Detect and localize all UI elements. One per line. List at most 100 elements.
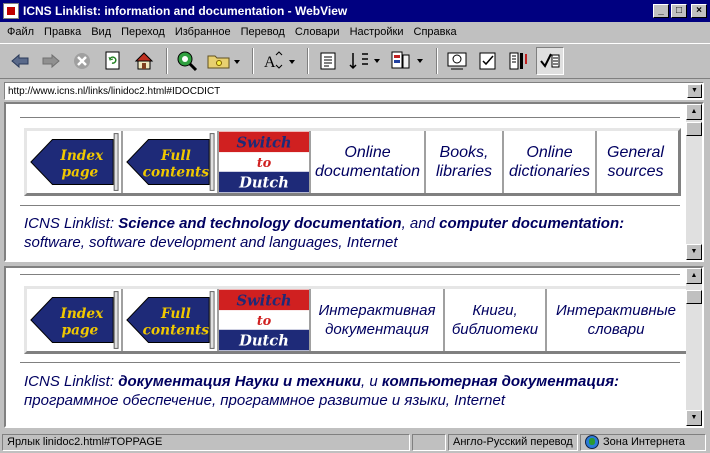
app-icon[interactable] bbox=[3, 3, 19, 19]
menu-file[interactable]: Файл bbox=[2, 26, 39, 38]
toolbar-separator bbox=[252, 48, 254, 74]
online-documentation-link[interactable]: Online documentation bbox=[311, 131, 426, 193]
dutch-label: Dutch bbox=[238, 332, 289, 349]
address-dropdown-button[interactable]: ▼ bbox=[687, 84, 702, 98]
books-libraries-link[interactable]: Книги, библиотеки bbox=[445, 289, 547, 351]
intro-bold-science: Science and technology documentation bbox=[118, 215, 402, 232]
status-link-pane: Ярлык linidoc2.html#TOPPAGE bbox=[2, 433, 410, 451]
full-label-line2: contents bbox=[143, 165, 210, 181]
status-empty-pane bbox=[412, 433, 446, 451]
scroll-thumb[interactable] bbox=[686, 290, 702, 304]
full-label-line1: Full bbox=[160, 306, 191, 322]
maximize-button[interactable]: □ bbox=[671, 4, 687, 18]
toolbar-separator bbox=[166, 48, 168, 74]
address-bar[interactable]: http://www.icns.nl/links/linidoc2.html#I… bbox=[4, 82, 704, 100]
toolbar-separator bbox=[307, 48, 309, 74]
svg-text:A: A bbox=[264, 54, 276, 71]
switch-to-dutch-button[interactable]: Switch to Dutch bbox=[219, 131, 311, 193]
link-label: General sources bbox=[607, 144, 664, 180]
home-icon[interactable] bbox=[130, 47, 158, 75]
frame-content: Index page Full contents Switch to Dutch… bbox=[6, 268, 686, 426]
stop-icon[interactable] bbox=[68, 47, 96, 75]
index-label-line2: page bbox=[62, 165, 99, 181]
book-icon[interactable] bbox=[505, 47, 533, 75]
english-frame: Index page Full contents Switch to Dutch… bbox=[4, 102, 704, 262]
scroll-thumb[interactable] bbox=[686, 122, 702, 136]
menu-view[interactable]: Вид bbox=[86, 26, 116, 38]
check-translate-icon[interactable] bbox=[536, 47, 564, 75]
frame-content: Index page Full contents Switch to Dutch… bbox=[6, 104, 686, 260]
full-label-line2: contents bbox=[143, 323, 210, 339]
intro-line2: software, software development and langu… bbox=[24, 234, 398, 251]
intro-prefix: ICNS Linklist: bbox=[24, 215, 119, 232]
general-sources-link[interactable]: General sources bbox=[597, 131, 674, 193]
intro-bold-computer: компьютерная документация: bbox=[381, 373, 620, 390]
back-icon[interactable] bbox=[6, 47, 34, 75]
index-label-line2: page bbox=[62, 323, 99, 339]
edit-icon[interactable] bbox=[474, 47, 502, 75]
preview-icon[interactable] bbox=[443, 47, 471, 75]
divider bbox=[20, 362, 680, 364]
online-dictionaries-link[interactable]: Online dictionaries bbox=[504, 131, 597, 193]
link-label: Интерактивная документация bbox=[318, 302, 436, 338]
full-label-line1: Full bbox=[160, 148, 191, 164]
scroll-up-button[interactable]: ▲ bbox=[686, 268, 702, 284]
nav-table: Index page Full contents Switch to Dutch… bbox=[24, 286, 686, 354]
url-text[interactable]: http://www.icns.nl/links/linidoc2.html#I… bbox=[5, 86, 687, 97]
books-libraries-link[interactable]: Books, libraries bbox=[426, 131, 504, 193]
menu-help[interactable]: Справка bbox=[409, 26, 462, 38]
intro-bold-computer: computer documentation: bbox=[439, 215, 625, 232]
index-page-button[interactable]: Index page bbox=[27, 131, 123, 193]
divider bbox=[20, 274, 680, 276]
menu-go[interactable]: Переход bbox=[116, 26, 170, 38]
close-button[interactable]: × bbox=[691, 4, 707, 18]
page-icon[interactable] bbox=[314, 47, 342, 75]
link-label: Книги, библиотеки bbox=[451, 302, 539, 338]
switch-label: Switch bbox=[236, 134, 291, 151]
menu-settings[interactable]: Настройки bbox=[345, 26, 409, 38]
toolbar-separator bbox=[436, 48, 438, 74]
translate-icon[interactable] bbox=[388, 47, 428, 75]
search-icon[interactable] bbox=[173, 47, 201, 75]
nav-table: Index page Full contents Switch to Dutch… bbox=[24, 128, 681, 196]
status-translation-pane: Англо-Русский перевод bbox=[448, 433, 578, 451]
link-label: Books, libraries bbox=[435, 144, 492, 180]
font-size-icon[interactable]: A bbox=[259, 47, 299, 75]
forward-icon[interactable] bbox=[37, 47, 65, 75]
menu-edit[interactable]: Правка bbox=[39, 26, 86, 38]
full-contents-button[interactable]: Full contents bbox=[123, 289, 219, 351]
status-bar: Ярлык linidoc2.html#TOPPAGE Англо-Русски… bbox=[0, 431, 710, 453]
scroll-down-button[interactable]: ▼ bbox=[686, 244, 702, 260]
refresh-icon[interactable] bbox=[99, 47, 127, 75]
divider bbox=[20, 205, 680, 207]
intro-prefix: ICNS Linklist: bbox=[24, 373, 119, 390]
window-title: ICNS Linklist: information and documenta… bbox=[23, 4, 348, 18]
sort-icon[interactable] bbox=[345, 47, 385, 75]
scroll-up-button[interactable]: ▲ bbox=[686, 104, 702, 120]
menu-favorites[interactable]: Избранное bbox=[170, 26, 236, 38]
online-documentation-link[interactable]: Интерактивная документация bbox=[311, 289, 445, 351]
favorites-folder-icon[interactable] bbox=[204, 47, 244, 75]
minimize-button[interactable]: _ bbox=[653, 4, 669, 18]
switch-to-dutch-button[interactable]: Switch to Dutch bbox=[219, 289, 311, 351]
toolbar: A bbox=[0, 43, 710, 79]
divider bbox=[20, 117, 680, 119]
vertical-scrollbar[interactable]: ▲ ▼ bbox=[686, 104, 702, 260]
menu-dictionaries[interactable]: Словари bbox=[290, 26, 345, 38]
index-label-line1: Index bbox=[59, 306, 104, 322]
scroll-down-button[interactable]: ▼ bbox=[686, 410, 702, 426]
status-zone-text: Зона Интернета bbox=[603, 436, 686, 448]
intro-text: ICNS Linklist: документация Науки и техн… bbox=[24, 372, 684, 410]
vertical-scrollbar[interactable]: ▲ ▼ bbox=[686, 268, 702, 426]
to-label: to bbox=[257, 313, 272, 328]
menu-translate[interactable]: Перевод bbox=[236, 26, 290, 38]
switch-label: Switch bbox=[236, 292, 291, 309]
link-label: Online documentation bbox=[315, 144, 420, 180]
online-dictionaries-link[interactable]: Интерактивные словари bbox=[547, 289, 685, 351]
to-label: to bbox=[257, 155, 272, 170]
intro-text: ICNS Linklist: Science and technology do… bbox=[24, 214, 684, 252]
index-page-button[interactable]: Index page bbox=[27, 289, 123, 351]
full-contents-button[interactable]: Full contents bbox=[123, 131, 219, 193]
index-label-line1: Index bbox=[59, 148, 104, 164]
menu-bar: Файл Правка Вид Переход Избранное Перево… bbox=[0, 22, 710, 42]
